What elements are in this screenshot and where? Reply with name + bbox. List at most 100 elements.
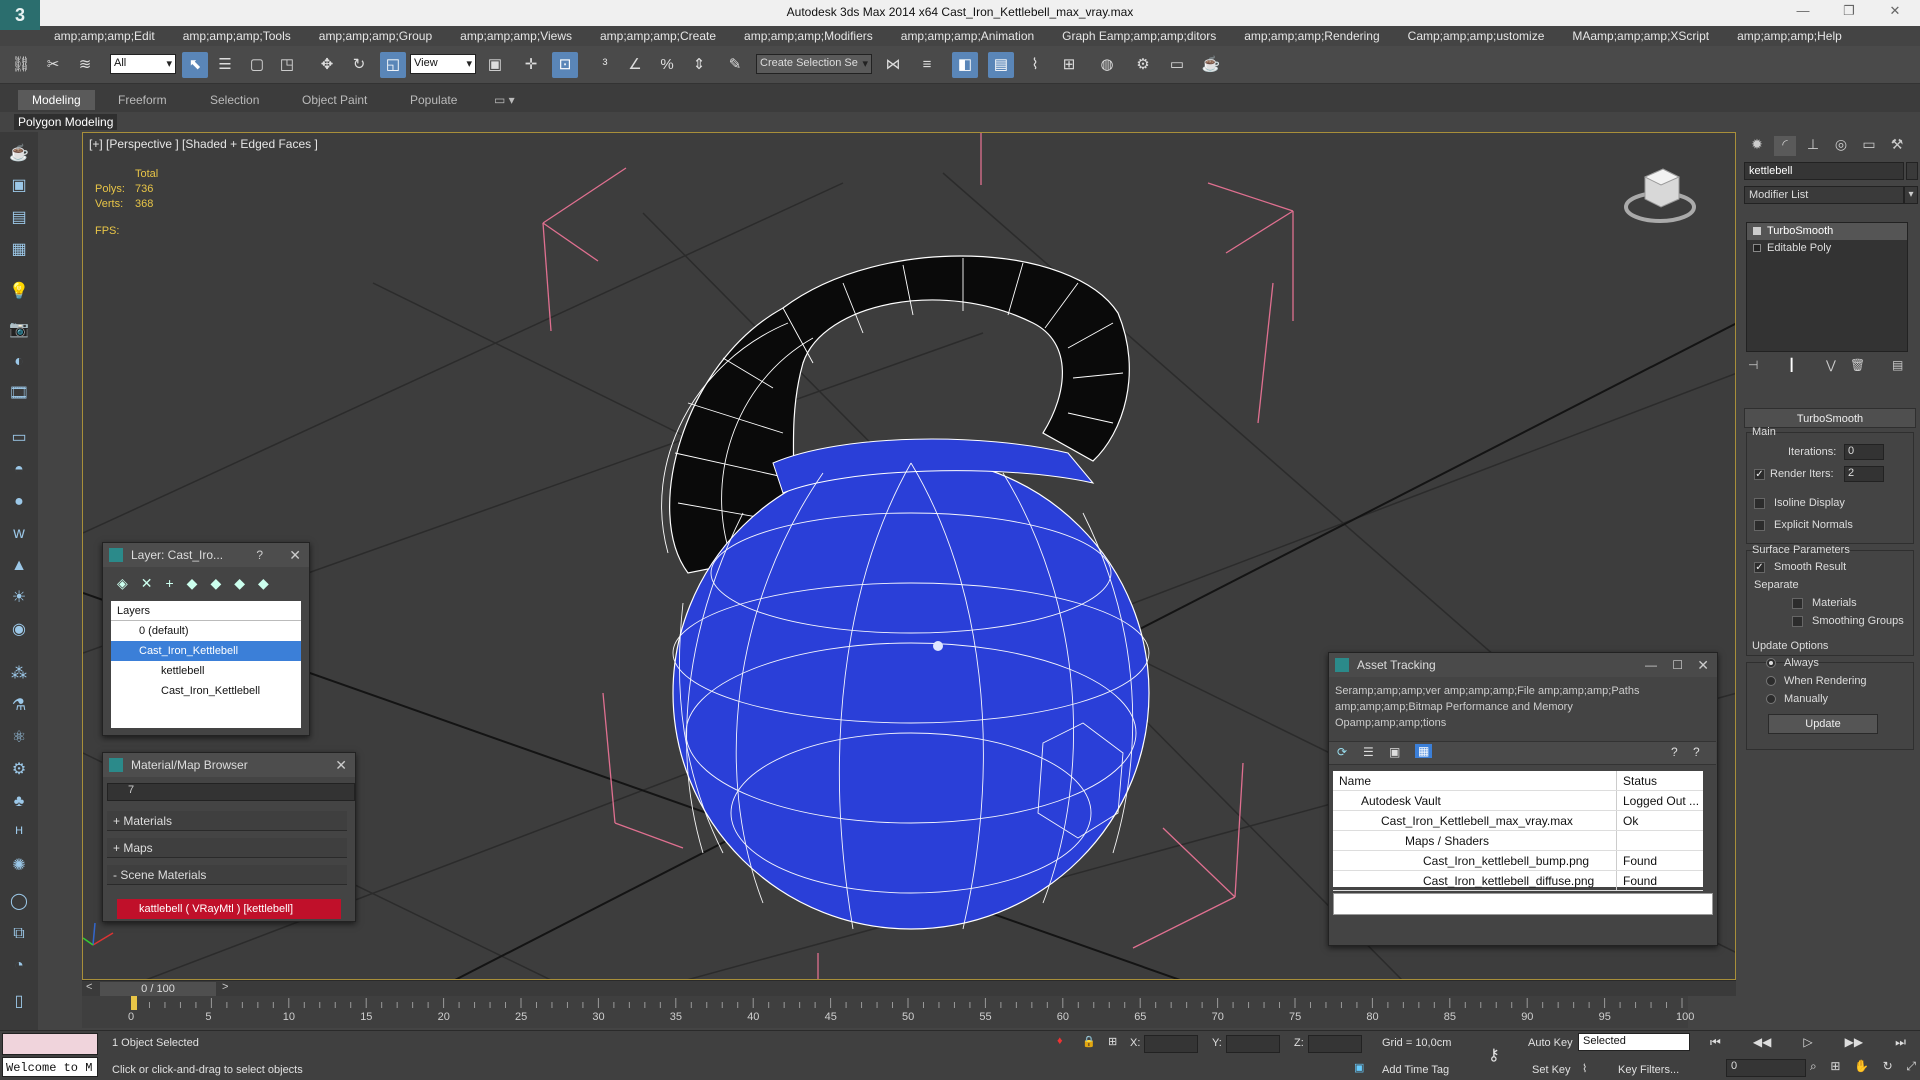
object-name-field[interactable]: kettlebell — [1744, 162, 1904, 180]
align-icon[interactable]: ≡ — [914, 52, 940, 78]
film-icon[interactable]: 🎞 — [7, 382, 31, 406]
pivot-center-icon[interactable]: ▣ — [482, 52, 508, 78]
update-button[interactable]: Update — [1768, 714, 1878, 734]
manipulate-icon[interactable]: ✛ — [518, 52, 544, 78]
zoom-all-icon[interactable]: ⊞ — [1830, 1059, 1840, 1074]
current-frame-marker[interactable] — [131, 996, 137, 1010]
set-keys-icon[interactable]: ⌇ — [1582, 1062, 1587, 1075]
hierarchy-tab-icon[interactable]: ⊥ — [1802, 136, 1824, 156]
tab-modeling[interactable]: Modeling — [18, 90, 95, 110]
object-color-swatch[interactable] — [1906, 162, 1918, 180]
asset-tracking-title[interactable]: Asset Tracking — ☐ ✕ — [1329, 653, 1717, 677]
render-iters-checkbox[interactable]: ✓ — [1754, 469, 1765, 480]
make-unique-icon[interactable]: ⋁ — [1826, 358, 1836, 372]
menu-create[interactable]: amp;amp;amp;Create — [586, 29, 730, 43]
selection-filter-dropdown[interactable]: All — [110, 54, 176, 74]
asset-menu-line2[interactable]: amp;amp;amp;Bitmap Performance and Memor… — [1335, 699, 1715, 715]
asset-menu-line3[interactable]: Opamp;amp;amp;tions — [1335, 715, 1715, 731]
layer-item-kettlebell-object[interactable]: Cast_Iron_Kettlebell — [111, 681, 301, 701]
kettlebell-body[interactable] — [672, 456, 1150, 930]
menu-graph-editors[interactable]: Graph Eamp;amp;amp;ditors — [1048, 29, 1230, 43]
layer-item-default[interactable]: 0 (default) — [111, 621, 301, 641]
key-mode-dropdown[interactable]: Selected — [1578, 1033, 1690, 1051]
rect-selection-icon[interactable]: ▢ — [244, 52, 270, 78]
tab-populate[interactable]: Populate — [396, 90, 471, 110]
absolute-mode-icon[interactable]: ⊞ — [1108, 1035, 1117, 1048]
pan-icon[interactable]: ✋ — [1854, 1059, 1869, 1074]
move-icon[interactable]: ✥ — [314, 52, 340, 78]
gear-icon[interactable]: ⚙ — [7, 758, 31, 782]
maxscript-mini-listener[interactable]: Welcome to M — [2, 1057, 98, 1077]
ribbon-options-icon[interactable]: ▭ ▾ — [480, 90, 529, 110]
rendered-frame-icon[interactable]: ▭ — [1164, 52, 1190, 78]
maps-group[interactable]: + Maps — [107, 838, 347, 858]
smoothing-groups-checkbox[interactable] — [1792, 616, 1803, 627]
layer-stack-icon[interactable]: ⧉ — [7, 922, 31, 946]
document-icon[interactable]: ▯ — [7, 990, 31, 1014]
display-tab-icon[interactable]: ▭ — [1858, 136, 1880, 156]
list-view-icon[interactable]: ☰ — [1363, 745, 1374, 759]
go-to-end-icon[interactable]: ⏭ — [1895, 1035, 1906, 1050]
camera-icon[interactable]: 📷 — [7, 318, 31, 342]
smooth-result-checkbox[interactable]: ✓ — [1754, 562, 1765, 573]
play-icon[interactable]: ▷ — [1803, 1035, 1812, 1050]
material-search-input[interactable]: 7 — [107, 783, 355, 801]
remove-modifier-icon[interactable]: 🗑 — [1850, 358, 1865, 372]
viewport-label[interactable]: [+] [Perspective ] [Shaded + Edged Faces… — [89, 137, 318, 151]
angle-snap-icon[interactable]: ∠ — [622, 52, 648, 78]
layer-item-kettlebell[interactable]: kettlebell — [111, 661, 301, 681]
key-filters-button[interactable]: Key Filters... — [1618, 1064, 1679, 1076]
layers-icon[interactable]: ▤ — [7, 206, 31, 230]
sphere-icon[interactable]: ● — [7, 490, 31, 514]
manually-radio[interactable] — [1766, 694, 1776, 704]
stack-item-editable-poly[interactable]: Editable Poly — [1747, 240, 1907, 257]
help-icon[interactable]: ? — [1693, 745, 1700, 759]
prev-frame-icon[interactable]: < — [86, 981, 92, 993]
previous-frame-icon[interactable]: ◀◀ — [1753, 1035, 1771, 1050]
plant-icon[interactable]: ♣ — [7, 790, 31, 814]
x-coord-field[interactable] — [1144, 1035, 1198, 1053]
thumbnail-view-icon[interactable]: ▣ — [1389, 745, 1400, 759]
y-coord-field[interactable] — [1226, 1035, 1280, 1053]
menu-help[interactable]: amp;amp;amp;Help — [1723, 29, 1856, 43]
table-icon[interactable]: ▦ — [7, 238, 31, 262]
time-tag-icon[interactable]: ▣ — [1354, 1061, 1364, 1074]
edit-named-selections-icon[interactable]: ✎ — [722, 52, 748, 78]
minimize-button[interactable]: — — [1788, 3, 1818, 23]
separate-materials-checkbox[interactable] — [1792, 598, 1803, 609]
keyboard-shortcut-icon[interactable]: ⊡ — [552, 52, 578, 78]
table-row[interactable]: Cast_Iron_Kettlebell_max_vray.max Ok — [1333, 811, 1703, 831]
layer-item-kettlebell-layer[interactable]: Cast_Iron_Kettlebell — [111, 641, 301, 661]
scale-icon[interactable]: ◱ — [380, 52, 406, 78]
tab-freeform[interactable]: Freeform — [104, 90, 181, 110]
material-editor-icon[interactable]: ◍ — [1094, 52, 1120, 78]
maximize-viewport-icon[interactable]: ⤢ — [1906, 1059, 1916, 1074]
modify-tab-icon[interactable]: ◜ — [1774, 136, 1796, 156]
box-icon[interactable]: ▭ — [7, 426, 31, 450]
zoom-icon[interactable]: ⌕ — [1810, 1059, 1817, 1074]
render-setup-icon[interactable]: ⚙ — [1130, 52, 1156, 78]
set-key-button[interactable]: Set Key — [1532, 1064, 1571, 1076]
expand-icon[interactable] — [1753, 244, 1761, 252]
mirror-icon[interactable]: ⋈ — [880, 52, 906, 78]
isolate-icon[interactable]: ♦ — [1057, 1035, 1063, 1047]
network-icon[interactable]: ⚛ — [7, 726, 31, 750]
link-icon[interactable]: ⛓ — [8, 52, 34, 78]
help-icon[interactable]: ? — [256, 543, 263, 567]
teapot-icon[interactable]: ☕ — [7, 142, 31, 166]
maximize-button[interactable]: ❐ — [1834, 3, 1864, 23]
table-row[interactable]: Maps / Shaders — [1333, 831, 1703, 851]
layer-toolbar[interactable]: ◈✕+◆◆◆◆ — [117, 575, 282, 592]
menu-animation[interactable]: amp;amp;amp;Animation — [887, 29, 1048, 43]
menu-edit[interactable]: amp;amp;amp;Edit — [40, 29, 169, 43]
close-icon[interactable]: ✕ — [335, 753, 347, 777]
light-bulb-icon[interactable] — [1753, 227, 1761, 235]
render-frame-icon[interactable]: ▣ — [7, 174, 31, 198]
helper-icon[interactable]: ◐ — [7, 350, 31, 374]
next-frame-icon[interactable]: > — [222, 981, 228, 993]
paint-icon[interactable]: ✺ — [7, 854, 31, 878]
menu-group[interactable]: amp;amp;amp;Group — [305, 29, 446, 43]
particle-icon[interactable]: ⁂ — [7, 662, 31, 686]
disc-icon[interactable]: ◉ — [7, 618, 31, 642]
sun-icon[interactable]: ☀ — [7, 586, 31, 610]
